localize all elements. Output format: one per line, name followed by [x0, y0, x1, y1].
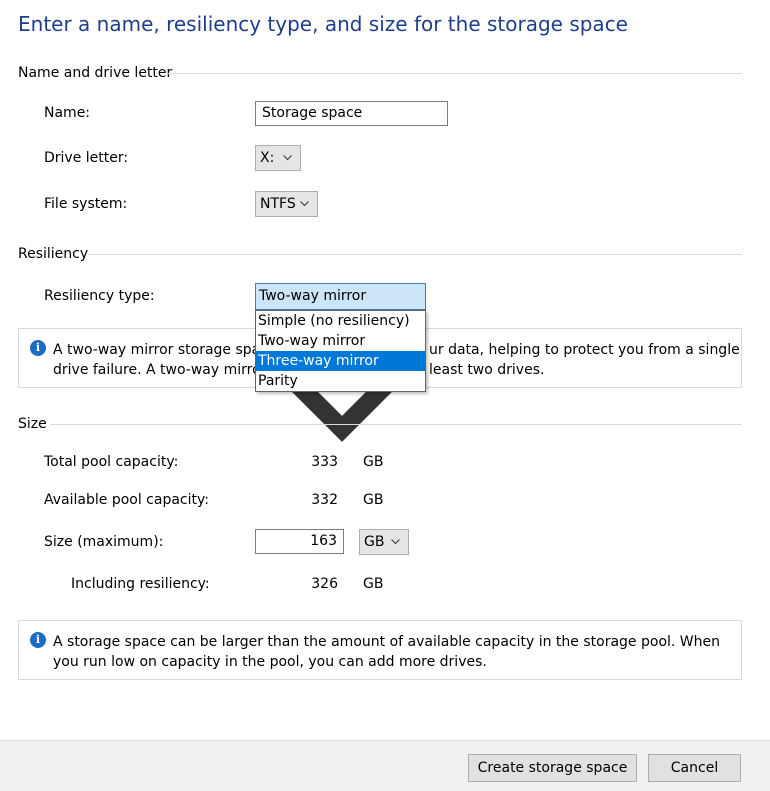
total-capacity-label: Total pool capacity: — [44, 454, 179, 470]
section-divider — [88, 254, 742, 255]
file-system-value: NTFS — [260, 196, 296, 212]
file-system-select[interactable]: NTFS — [255, 191, 318, 217]
including-resiliency-value: 326 — [311, 576, 338, 592]
cancel-button[interactable]: Cancel — [648, 754, 741, 782]
drive-letter-label: Drive letter: — [44, 150, 129, 166]
dropdown-option-parity[interactable]: Parity — [256, 371, 425, 391]
info-icon: i — [30, 340, 46, 356]
chevron-down-icon — [391, 539, 400, 545]
drive-letter-select[interactable]: X: — [255, 145, 301, 171]
section-title-name-drive: Name and drive letter — [18, 65, 173, 81]
drive-letter-value: X: — [260, 150, 275, 166]
info-icon: i — [30, 632, 46, 648]
size-maximum-label: Size (maximum): — [44, 534, 164, 550]
size-info-text: A storage space can be larger than the a… — [53, 634, 720, 670]
dropdown-option-simple[interactable]: Simple (no resiliency) — [256, 311, 425, 331]
resiliency-info-line1-right: ur data, helping to protect you from a s… — [429, 342, 740, 358]
page-title: Enter a name, resiliency type, and size … — [18, 12, 628, 36]
resiliency-info-line2-right: least two drives. — [429, 362, 545, 378]
size-info-box: i A storage space can be larger than the… — [18, 620, 742, 680]
resiliency-info-line2-left: drive failure. A two-way mirror — [53, 362, 267, 378]
resiliency-type-label: Resiliency type: — [44, 288, 155, 304]
available-capacity-value: 332 — [311, 492, 338, 508]
total-capacity-value: 333 — [311, 454, 338, 470]
size-input[interactable]: 163 — [255, 529, 344, 554]
dropdown-option-two-way-mirror[interactable]: Two-way mirror — [256, 331, 425, 351]
resiliency-info-line1-left: A two-way mirror storage spac — [53, 342, 268, 358]
section-title-size: Size — [18, 416, 47, 432]
file-system-label: File system: — [44, 196, 128, 212]
available-capacity-label: Available pool capacity: — [44, 492, 209, 508]
name-input[interactable]: Storage space — [255, 101, 448, 126]
chevron-down-icon — [283, 155, 292, 161]
section-divider — [168, 73, 742, 74]
resiliency-type-dropdown: Simple (no resiliency) Two-way mirror Th… — [255, 310, 426, 392]
including-resiliency-label: Including resiliency: — [71, 576, 210, 592]
including-resiliency-unit: GB — [363, 576, 384, 592]
name-label: Name: — [44, 105, 91, 121]
dropdown-option-three-way-mirror[interactable]: Three-way mirror — [256, 351, 425, 371]
section-title-resiliency: Resiliency — [18, 246, 89, 262]
section-divider — [50, 424, 742, 425]
size-unit-value: GB — [364, 534, 385, 550]
available-capacity-unit: GB — [363, 492, 384, 508]
chevron-down-icon — [300, 201, 309, 207]
size-unit-select[interactable]: GB — [359, 529, 409, 555]
total-capacity-unit: GB — [363, 454, 384, 470]
resiliency-type-select[interactable]: Two-way mirror — [255, 283, 426, 442]
resiliency-type-value: Two-way mirror — [259, 288, 367, 304]
create-storage-space-button[interactable]: Create storage space — [468, 754, 637, 782]
